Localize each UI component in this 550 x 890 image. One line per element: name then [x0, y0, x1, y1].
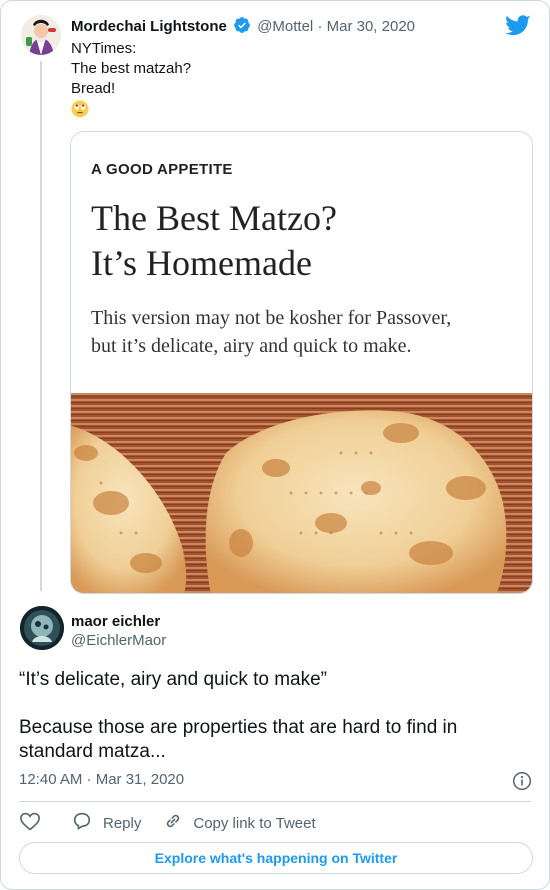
author-handle[interactable]: @Mottel	[257, 18, 313, 35]
reply-label: Reply	[103, 814, 142, 832]
tweet-text-line: “It’s delicate, airy and quick to make”	[19, 669, 328, 690]
article-dek: This version may not be kosher for Passo…	[91, 304, 451, 360]
avatar[interactable]	[20, 606, 64, 650]
author-name[interactable]: Mordechai Lightstone	[71, 18, 227, 35]
info-icon[interactable]	[512, 771, 532, 791]
thread-connector-line	[40, 61, 42, 591]
divider	[19, 801, 531, 802]
avatar[interactable]	[21, 15, 61, 55]
parent-tweet-text: NYTimes: The best matzah? Bread!	[71, 39, 191, 99]
author-handle[interactable]: @EichlerMaor	[71, 632, 166, 649]
article-headline: The Best Matzo? It’s Homemade	[91, 196, 337, 286]
tweet-text-line: Bread!	[71, 80, 116, 97]
tweet-actions: Reply Copy link to Tweet	[19, 811, 316, 835]
tweet-text-line: standard matza...	[19, 741, 166, 762]
heart-icon	[19, 811, 41, 835]
verified-badge-icon	[233, 16, 251, 38]
author-name[interactable]: maor eichler	[71, 613, 160, 630]
parent-tweet-header: Mordechai Lightstone @Mottel · Mar 30, 2…	[71, 16, 489, 38]
tweet-text-line: Because those are properties that are ha…	[19, 717, 458, 738]
copy-link-button[interactable]: Copy link to Tweet	[163, 811, 316, 835]
dek-line: This version may not be kosher for Passo…	[91, 307, 452, 329]
tweet-text-line: The best matzah?	[71, 60, 192, 77]
like-button[interactable]	[19, 811, 41, 835]
tweet-text-blank-line	[19, 691, 534, 715]
rolling-eyes-emoji-icon	[71, 100, 89, 118]
tweet-date[interactable]: Mar 30, 2020	[327, 18, 415, 35]
article-kicker: A GOOD APPETITE	[91, 161, 233, 178]
tweet-text-line: NYTimes:	[71, 40, 137, 57]
copy-link-label: Copy link to Tweet	[193, 814, 316, 832]
tweet-media-image[interactable]: A GOOD APPETITE The Best Matzo? It’s Hom…	[70, 131, 533, 594]
link-icon	[163, 811, 183, 835]
explore-twitter-button[interactable]: Explore what's happening on Twitter	[19, 842, 533, 874]
tweet-timestamp[interactable]: 12:40 AM · Mar 31, 2020	[19, 771, 184, 788]
twitter-bird-icon[interactable]	[505, 15, 531, 37]
dek-line: but it’s delicate, airy and quick to mak…	[91, 335, 412, 357]
reply-icon	[71, 811, 93, 835]
separator-dot: ·	[317, 18, 323, 35]
reply-button[interactable]: Reply	[71, 811, 141, 835]
headline-line: It’s Homemade	[91, 243, 312, 283]
reply-tweet-text: “It’s delicate, airy and quick to make” …	[19, 667, 534, 763]
tweet-embed-card: Mordechai Lightstone @Mottel · Mar 30, 2…	[0, 0, 550, 890]
matzo-photo	[71, 393, 532, 593]
headline-line: The Best Matzo?	[91, 198, 337, 238]
